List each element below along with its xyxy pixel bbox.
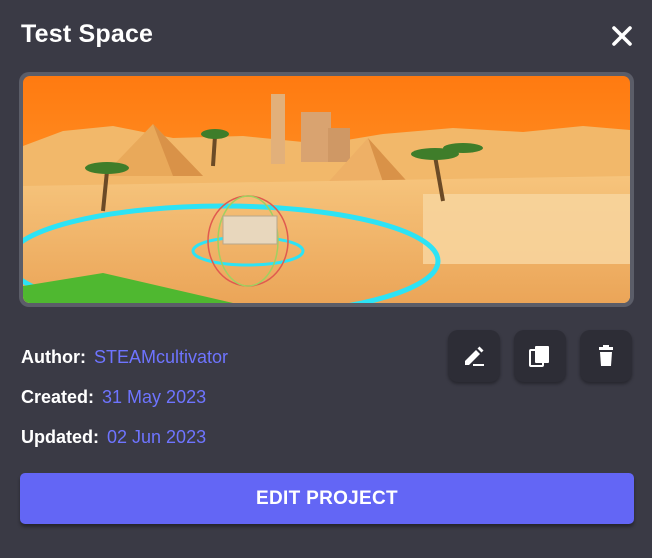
updated-row: Updated: 02 Jun 2023 xyxy=(21,427,206,448)
updated-label: Updated: xyxy=(21,427,99,447)
delete-button[interactable] xyxy=(580,330,632,382)
close-icon[interactable] xyxy=(608,22,636,50)
pencil-icon xyxy=(465,346,484,366)
project-title: Test Space xyxy=(21,20,154,48)
rename-button[interactable] xyxy=(448,330,500,382)
duplicate-button[interactable] xyxy=(514,330,566,382)
edit-project-button[interactable]: EDIT PROJECT xyxy=(20,473,634,524)
created-label: Created: xyxy=(21,387,95,407)
author-value: STEAMcultivator xyxy=(93,347,229,367)
copy-icon xyxy=(529,346,549,367)
project-thumbnail xyxy=(23,76,630,303)
created-value: 31 May 2023 xyxy=(102,387,207,407)
project-thumbnail-frame xyxy=(19,72,634,307)
created-row: Created: 31 May 2023 xyxy=(21,387,206,408)
trash-icon xyxy=(599,345,613,366)
project-details-dialog: Test Space Author: STEAMcultivator Creat… xyxy=(0,0,652,558)
author-label: Author: xyxy=(21,347,86,367)
author-row: Author: STEAMcultivator xyxy=(21,347,228,368)
updated-value: 02 Jun 2023 xyxy=(107,427,207,447)
